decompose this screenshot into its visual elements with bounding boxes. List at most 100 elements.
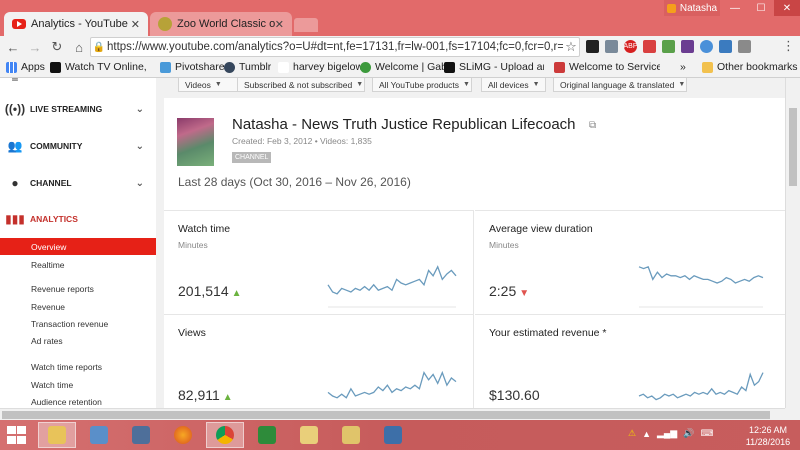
maximize-icon[interactable]: ☐: [748, 0, 774, 16]
store-icon: [258, 426, 276, 444]
extension-grey-icon[interactable]: [738, 40, 751, 53]
filter-devices[interactable]: All devices ▼: [481, 78, 546, 92]
channel-avatar[interactable]: [177, 118, 214, 166]
close-tab-icon[interactable]: ✕: [131, 18, 140, 31]
extension-icons: ABP: [586, 40, 751, 53]
clock-time: 12:26 AM: [748, 425, 788, 435]
filter-subscribed[interactable]: Subscribed & not subscribed ▼: [237, 78, 365, 92]
menu-kebab-icon[interactable]: ⋮: [782, 38, 795, 54]
extension-black-icon[interactable]: [586, 40, 599, 53]
tray-overflow-icon[interactable]: ▲: [642, 429, 651, 439]
lock-icon[interactable]: 🔒: [91, 42, 107, 53]
bookmark-gab[interactable]: Welcome | Gab: [360, 61, 447, 73]
sidebar-item-overview[interactable]: Overview: [0, 238, 156, 255]
sidebar-item-ad-rates[interactable]: Ad rates: [31, 336, 63, 346]
sidebar-item-live-streaming[interactable]: ((•)) LIVE STREAMING ⌄: [0, 97, 156, 121]
sparkline-watch-time: [327, 265, 457, 308]
date-range[interactable]: Last 28 days (Oct 30, 2016 – Nov 26, 201…: [178, 175, 411, 189]
analytics-icon: ▮▮▮: [5, 212, 25, 226]
sparkline-views: [327, 370, 457, 399]
sidebar-item-watch-time[interactable]: Watch time: [31, 380, 73, 390]
bookmark-harvey-bigelow[interactable]: harvey bigelow: [278, 61, 363, 73]
profile-button[interactable]: Natasha: [664, 0, 720, 16]
bookmark-tumblr[interactable]: Tumblr: [224, 61, 271, 73]
sidebar-item-community[interactable]: 👥 COMMUNITY ⌄: [0, 134, 156, 158]
sidebar-item-revenue[interactable]: Revenue: [31, 302, 65, 312]
metric-estimated-revenue[interactable]: Your estimated revenue * $130.60: [475, 314, 785, 408]
external-link-icon[interactable]: ⧉: [589, 120, 596, 131]
tab-analytics-youtube[interactable]: Analytics - YouTube ✕: [4, 12, 148, 36]
sidebar-item-watch-time-reports[interactable]: Watch time reports: [31, 362, 102, 372]
extension-purple-icon[interactable]: [681, 40, 694, 53]
filter-videos[interactable]: Videos ▼: [178, 78, 240, 92]
extension-red-icon[interactable]: [643, 40, 656, 53]
sidebar-item-partial[interactable]: ≡: [0, 78, 156, 90]
sparkline-line: [327, 265, 457, 295]
scrollbar-thumb[interactable]: [2, 411, 770, 419]
metric-average-view-duration[interactable]: Average view duration Minutes 2:25 ▼: [475, 210, 785, 314]
filter-products[interactable]: All YouTube products ▼: [372, 78, 472, 92]
forward-icon[interactable]: →: [26, 40, 44, 55]
bookmarks-overflow[interactable]: »: [680, 61, 686, 73]
minimize-icon[interactable]: —: [722, 0, 748, 16]
filter-language[interactable]: Original language & translated ▼: [553, 78, 687, 92]
window-close-icon[interactable]: ✕: [774, 0, 800, 16]
taskbar-app[interactable]: [374, 422, 412, 448]
sidebar-item-transaction-revenue[interactable]: Transaction revenue: [31, 319, 108, 329]
home-icon[interactable]: ⌂: [70, 40, 88, 55]
warning-icon[interactable]: ⚠: [628, 428, 636, 439]
browser-tab-strip: Analytics - YouTube ✕ Zoo World Classic …: [0, 0, 800, 36]
close-tab-icon[interactable]: ✕: [275, 18, 284, 31]
reload-icon[interactable]: ↻: [48, 39, 66, 55]
new-tab-button[interactable]: [294, 18, 318, 32]
filter-label: Videos: [185, 79, 211, 90]
sidebar-item-realtime[interactable]: Realtime: [31, 260, 65, 270]
caret-down-icon: ▼: [463, 81, 470, 88]
horizontal-scrollbar[interactable]: [0, 408, 785, 420]
extension-green-icon[interactable]: [662, 40, 675, 53]
bookmark-other[interactable]: Other bookmarks: [702, 61, 798, 73]
volume-icon[interactable]: 🔊: [683, 428, 694, 439]
sidebar-item-revenue-reports[interactable]: Revenue reports: [31, 284, 94, 294]
back-icon[interactable]: ←: [4, 40, 22, 55]
firefox-icon: [174, 426, 192, 444]
url-text[interactable]: https://www.youtube.com/analytics?o=U#dt…: [107, 41, 563, 53]
metric-subtitle: Minutes: [178, 240, 208, 250]
bookmark-apps[interactable]: Apps: [6, 61, 45, 73]
sidebar-item-channel[interactable]: ● CHANNEL ⌄: [0, 171, 156, 195]
taskbar-computer[interactable]: [122, 422, 160, 448]
bookmark-watch-tv[interactable]: Watch TV Online, Pay: [50, 61, 150, 73]
system-clock[interactable]: 12:26 AM 11/28/2016: [742, 424, 794, 448]
keyboard-icon[interactable]: ⌨: [700, 428, 713, 439]
taskbar-store[interactable]: [248, 422, 286, 448]
taskbar-remote-desktop[interactable]: [80, 422, 118, 448]
taskbar-firefox[interactable]: [164, 422, 202, 448]
vertical-scrollbar[interactable]: [785, 78, 800, 408]
metric-title: Your estimated revenue *: [489, 327, 607, 339]
tab-zoo-world[interactable]: Zoo World Classic on Fa ✕: [150, 12, 292, 36]
metric-watch-time[interactable]: Watch time Minutes 201,514 ▲: [164, 210, 474, 314]
scrollbar-thumb[interactable]: [789, 108, 797, 186]
bookmark-service[interactable]: Welcome to Service C: [554, 61, 660, 73]
metric-views[interactable]: Views 82,911 ▲: [164, 314, 474, 408]
tumblr-icon: [224, 61, 235, 73]
channel-name[interactable]: Natasha - News Truth Justice Republican …: [232, 116, 576, 133]
extension-blue-icon[interactable]: [719, 40, 732, 53]
sidebar-item-audience-retention[interactable]: Audience retention: [31, 397, 102, 407]
address-bar[interactable]: 🔒 https://www.youtube.com/analytics?o=U#…: [90, 37, 580, 57]
taskbar-chrome[interactable]: [206, 422, 244, 448]
extension-shield-icon[interactable]: [605, 40, 618, 53]
taskbar-file-explorer[interactable]: [38, 422, 76, 448]
bookmark-pivotshare[interactable]: Pivotshare: [160, 61, 225, 73]
taskbar-folder[interactable]: [290, 422, 328, 448]
extension-globe-icon[interactable]: [700, 40, 713, 53]
filter-label: All YouTube products: [379, 79, 460, 90]
taskbar-folder-2[interactable]: [332, 422, 370, 448]
bookmark-star-icon[interactable]: ☆: [563, 39, 579, 55]
sidebar-item-analytics[interactable]: ▮▮▮ ANALYTICS: [0, 207, 156, 231]
network-icon[interactable]: ▂▄▆: [657, 428, 677, 439]
trend-up-icon: ▲: [222, 392, 233, 403]
windows-start-icon[interactable]: [6, 425, 28, 445]
adblock-plus-icon[interactable]: ABP: [624, 40, 638, 53]
bookmark-slimg[interactable]: SLiMG - Upload and S: [444, 61, 544, 73]
